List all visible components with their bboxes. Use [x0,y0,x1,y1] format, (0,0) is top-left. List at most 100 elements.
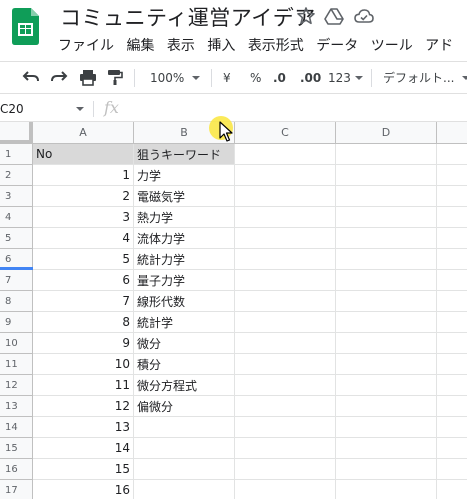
cell-a2[interactable]: 1 [33,165,134,186]
redo-icon[interactable] [50,69,68,85]
row-header[interactable]: 4 [0,207,33,228]
cell-d12[interactable] [336,375,437,396]
cell-e7[interactable] [437,270,467,291]
cell-d6[interactable] [336,249,437,270]
cell-e3[interactable] [437,186,467,207]
cell-a9[interactable]: 8 [33,312,134,333]
cell-d5[interactable] [336,228,437,249]
row-header[interactable]: 10 [0,333,33,354]
row-header[interactable]: 7 [0,270,33,291]
cell-d9[interactable] [336,312,437,333]
more-formats-select[interactable]: 123 [328,62,363,93]
menu-addons[interactable]: アド [425,35,453,55]
cell-a17[interactable]: 16 [33,480,134,499]
cell-a16[interactable]: 15 [33,459,134,480]
cell-a4[interactable]: 3 [33,207,134,228]
cell-e1[interactable] [437,144,467,165]
cell-c17[interactable] [235,480,336,499]
cell-e17[interactable] [437,480,467,499]
cell-d8[interactable] [336,291,437,312]
paint-format-icon[interactable] [107,69,123,86]
document-title[interactable]: コミュニティ運営アイデア [60,2,316,32]
cell-c13[interactable] [235,396,336,417]
menu-edit[interactable]: 編集 [126,35,154,55]
cell-d1[interactable] [336,144,437,165]
cell-e8[interactable] [437,291,467,312]
cell-c9[interactable] [235,312,336,333]
row-header[interactable]: 5 [0,228,33,249]
cell-b15[interactable] [134,438,235,459]
cell-a14[interactable]: 13 [33,417,134,438]
cell-b11[interactable]: 積分 [134,354,235,375]
cell-a15[interactable]: 14 [33,438,134,459]
cloud-saved-icon[interactable] [354,6,374,26]
cell-a6[interactable]: 5 [33,249,134,270]
font-select[interactable]: デフォルト... [383,62,467,93]
cell-d14[interactable] [336,417,437,438]
cell-b16[interactable] [134,459,235,480]
row-header[interactable]: 12 [0,375,33,396]
cell-e6[interactable] [437,249,467,270]
cell-d10[interactable] [336,333,437,354]
cell-c15[interactable] [235,438,336,459]
cell-d7[interactable] [336,270,437,291]
cell-d16[interactable] [336,459,437,480]
cell-a8[interactable]: 7 [33,291,134,312]
cell-e16[interactable] [437,459,467,480]
select-all-corner[interactable] [0,122,33,144]
percent-format-button[interactable]: % [250,62,261,93]
cell-e5[interactable] [437,228,467,249]
cell-e9[interactable] [437,312,467,333]
cell-c4[interactable] [235,207,336,228]
cell-c6[interactable] [235,249,336,270]
row-header[interactable]: 17 [0,480,33,499]
cell-c16[interactable] [235,459,336,480]
row-header[interactable]: 2 [0,165,33,186]
column-header-c[interactable]: C [235,122,336,144]
cell-d2[interactable] [336,165,437,186]
cell-b1[interactable]: 狙うキーワード [134,144,235,165]
row-header[interactable]: 15 [0,438,33,459]
cell-e10[interactable] [437,333,467,354]
cell-a7[interactable]: 6 [33,270,134,291]
cell-b12[interactable]: 微分方程式 [134,375,235,396]
row-header[interactable]: 13 [0,396,33,417]
cell-b13[interactable]: 偏微分 [134,396,235,417]
cell-d3[interactable] [336,186,437,207]
row-header[interactable]: 3 [0,186,33,207]
menu-view[interactable]: 表示 [167,35,195,55]
cell-c10[interactable] [235,333,336,354]
cell-d17[interactable] [336,480,437,499]
cell-b3[interactable]: 電磁気学 [134,186,235,207]
cell-c3[interactable] [235,186,336,207]
cell-e15[interactable] [437,438,467,459]
name-box[interactable]: C20 [0,96,90,122]
menu-tools[interactable]: ツール [371,35,413,55]
print-icon[interactable] [79,69,97,86]
move-to-drive-icon[interactable] [324,6,344,26]
cell-b8[interactable]: 線形代数 [134,291,235,312]
cell-c7[interactable] [235,270,336,291]
cell-e13[interactable] [437,396,467,417]
row-header[interactable]: 9 [0,312,33,333]
star-icon[interactable] [296,6,316,26]
cell-a12[interactable]: 11 [33,375,134,396]
cell-c12[interactable] [235,375,336,396]
cell-b17[interactable] [134,480,235,499]
formula-input[interactable] [130,96,467,122]
cell-c2[interactable] [235,165,336,186]
cell-b10[interactable]: 微分 [134,333,235,354]
menu-format[interactable]: 表示形式 [248,35,304,55]
cell-b7[interactable]: 量子力学 [134,270,235,291]
cell-c1[interactable] [235,144,336,165]
cell-a13[interactable]: 12 [33,396,134,417]
column-header-a[interactable]: A [33,122,134,144]
cell-d13[interactable] [336,396,437,417]
google-sheets-logo[interactable] [12,8,39,45]
undo-icon[interactable] [22,69,40,85]
cell-b14[interactable] [134,417,235,438]
cell-a3[interactable]: 2 [33,186,134,207]
cell-d4[interactable] [336,207,437,228]
cell-e12[interactable] [437,375,467,396]
cell-c5[interactable] [235,228,336,249]
